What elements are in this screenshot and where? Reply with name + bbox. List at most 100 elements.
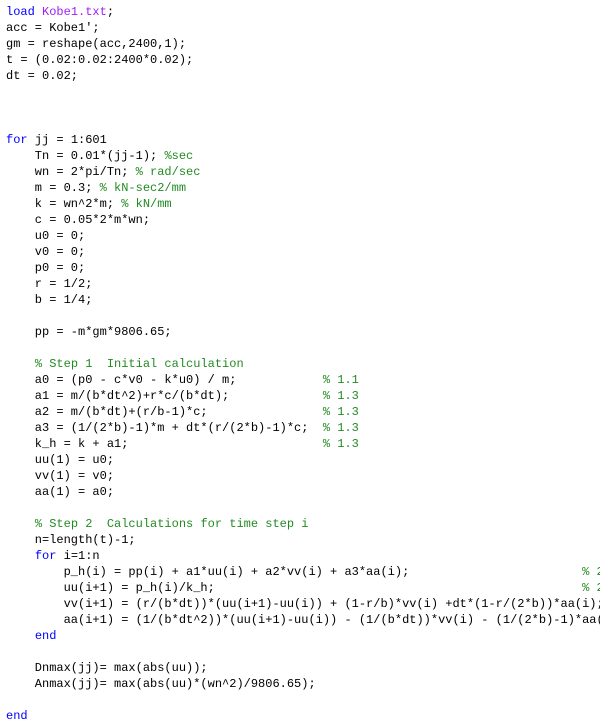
code-line: [6, 692, 600, 708]
code-line: [6, 500, 600, 516]
code-line: gm = reshape(acc,2400,1);: [6, 36, 600, 52]
keyword: for: [35, 549, 64, 563]
code-text: vv(1) = v0;: [6, 469, 114, 483]
code-text: vv(i+1) = (r/(b*dt))*(uu(i+1)-uu(i)) + (…: [6, 597, 600, 611]
code-line: Tn = 0.01*(jj-1); %sec: [6, 148, 600, 164]
code-line: k_h = k + a1; % 1.3: [6, 436, 600, 452]
code-text: i=1:n: [64, 549, 100, 563]
code-text: p_h(i) = pp(i) + a1*uu(i) + a2*vv(i) + a…: [6, 565, 582, 579]
code-line: % Step 2 Calculations for time step i: [6, 516, 600, 532]
code-line: a0 = (p0 - c*v0 - k*u0) / m; % 1.1: [6, 372, 600, 388]
code-text: a3 = (1/(2*b)-1)*m + dt*(r/(2*b)-1)*c;: [6, 421, 323, 435]
code-text: ;: [107, 5, 114, 19]
comment: % 2.1: [582, 565, 600, 579]
code-text: [6, 357, 35, 371]
code-line: load Kobe1.txt;: [6, 4, 600, 20]
code-text: k = wn^2*m;: [6, 197, 121, 211]
code-line: m = 0.3; % kN-sec2/mm: [6, 180, 600, 196]
code-text: aa(i+1) = (1/(b*dt^2))*(uu(i+1)-uu(i)) -…: [6, 613, 600, 627]
code-line: k = wn^2*m; % kN/mm: [6, 196, 600, 212]
code-line: p0 = 0;: [6, 260, 600, 276]
code-line: t = (0.02:0.02:2400*0.02);: [6, 52, 600, 68]
code-text: pp = -m*gm*9806.65;: [6, 325, 172, 339]
keyword: end: [35, 629, 57, 643]
code-line: end: [6, 708, 600, 724]
code-line: u0 = 0;: [6, 228, 600, 244]
code-text: wn = 2*pi/Tn;: [6, 165, 136, 179]
comment: % 2.2: [582, 581, 600, 595]
code-text: jj = 1:601: [35, 133, 107, 147]
code-text: [6, 629, 35, 643]
comment: % 1.3: [323, 389, 359, 403]
code-text: acc = Kobe1';: [6, 21, 100, 35]
code-line: uu(1) = u0;: [6, 452, 600, 468]
code-line: c = 0.05*2*m*wn;: [6, 212, 600, 228]
code-line: a2 = m/(b*dt)+(r/b-1)*c; % 1.3: [6, 404, 600, 420]
code-text: a1 = m/(b*dt^2)+r*c/(b*dt);: [6, 389, 323, 403]
code-text: v0 = 0;: [6, 245, 85, 259]
code-text: [6, 517, 35, 531]
code-line: Anmax(jj)= max(abs(uu)*(wn^2)/9806.65);: [6, 676, 600, 692]
code-line: dt = 0.02;: [6, 68, 600, 84]
code-line: v0 = 0;: [6, 244, 600, 260]
comment: % Step 2 Calculations for time step i: [35, 517, 309, 531]
string: Kobe1.txt: [42, 5, 107, 19]
code-text: r = 1/2;: [6, 277, 92, 291]
comment: % rad/sec: [136, 165, 201, 179]
code-line: n=length(t)-1;: [6, 532, 600, 548]
comment: % 1.3: [323, 437, 359, 451]
comment: %sec: [164, 149, 193, 163]
code-text: u0 = 0;: [6, 229, 85, 243]
code-text: k_h = k + a1;: [6, 437, 323, 451]
keyword: load: [6, 5, 42, 19]
code-line: aa(i+1) = (1/(b*dt^2))*(uu(i+1)-uu(i)) -…: [6, 612, 600, 628]
code-text: Dnmax(jj)= max(abs(uu));: [6, 661, 208, 675]
code-line: a3 = (1/(2*b)-1)*m + dt*(r/(2*b)-1)*c; %…: [6, 420, 600, 436]
comment: % 1.1: [323, 373, 359, 387]
matlab-code-block: load Kobe1.txt;acc = Kobe1';gm = reshape…: [0, 0, 600, 728]
code-text: n=length(t)-1;: [6, 533, 136, 547]
comment: % Step 1 Initial calculation: [35, 357, 244, 371]
code-line: vv(i+1) = (r/(b*dt))*(uu(i+1)-uu(i)) + (…: [6, 596, 600, 612]
code-text: t = (0.02:0.02:2400*0.02);: [6, 53, 193, 67]
code-line: [6, 340, 600, 356]
code-text: Anmax(jj)= max(abs(uu)*(wn^2)/9806.65);: [6, 677, 316, 691]
code-text: c = 0.05*2*m*wn;: [6, 213, 150, 227]
code-text: m = 0.3;: [6, 181, 100, 195]
code-line: [6, 84, 600, 100]
code-line: for jj = 1:601: [6, 132, 600, 148]
code-text: [6, 549, 35, 563]
code-line: uu(i+1) = p_h(i)/k_h; % 2.2: [6, 580, 600, 596]
code-text: dt = 0.02;: [6, 69, 78, 83]
code-line: acc = Kobe1';: [6, 20, 600, 36]
comment: % 1.3: [323, 421, 359, 435]
code-text: Tn = 0.01*(jj-1);: [6, 149, 164, 163]
code-line: a1 = m/(b*dt^2)+r*c/(b*dt); % 1.3: [6, 388, 600, 404]
code-line: b = 1/4;: [6, 292, 600, 308]
code-text: p0 = 0;: [6, 261, 85, 275]
keyword: for: [6, 133, 35, 147]
keyword: end: [6, 709, 28, 723]
code-line: for i=1:n: [6, 548, 600, 564]
code-line: wn = 2*pi/Tn; % rad/sec: [6, 164, 600, 180]
code-line: r = 1/2;: [6, 276, 600, 292]
code-line: aa(1) = a0;: [6, 484, 600, 500]
code-text: uu(i+1) = p_h(i)/k_h;: [6, 581, 582, 595]
comment: % kN/mm: [121, 197, 171, 211]
code-text: uu(1) = u0;: [6, 453, 114, 467]
code-line: p_h(i) = pp(i) + a1*uu(i) + a2*vv(i) + a…: [6, 564, 600, 580]
code-line: [6, 100, 600, 116]
code-line: % Step 1 Initial calculation: [6, 356, 600, 372]
code-line: pp = -m*gm*9806.65;: [6, 324, 600, 340]
code-text: aa(1) = a0;: [6, 485, 114, 499]
code-line: Dnmax(jj)= max(abs(uu));: [6, 660, 600, 676]
comment: % kN-sec2/mm: [100, 181, 186, 195]
code-line: [6, 308, 600, 324]
code-text: a0 = (p0 - c*v0 - k*u0) / m;: [6, 373, 323, 387]
code-line: [6, 116, 600, 132]
code-line: vv(1) = v0;: [6, 468, 600, 484]
code-text: a2 = m/(b*dt)+(r/b-1)*c;: [6, 405, 323, 419]
code-line: [6, 644, 600, 660]
comment: % 1.3: [323, 405, 359, 419]
code-text: b = 1/4;: [6, 293, 92, 307]
